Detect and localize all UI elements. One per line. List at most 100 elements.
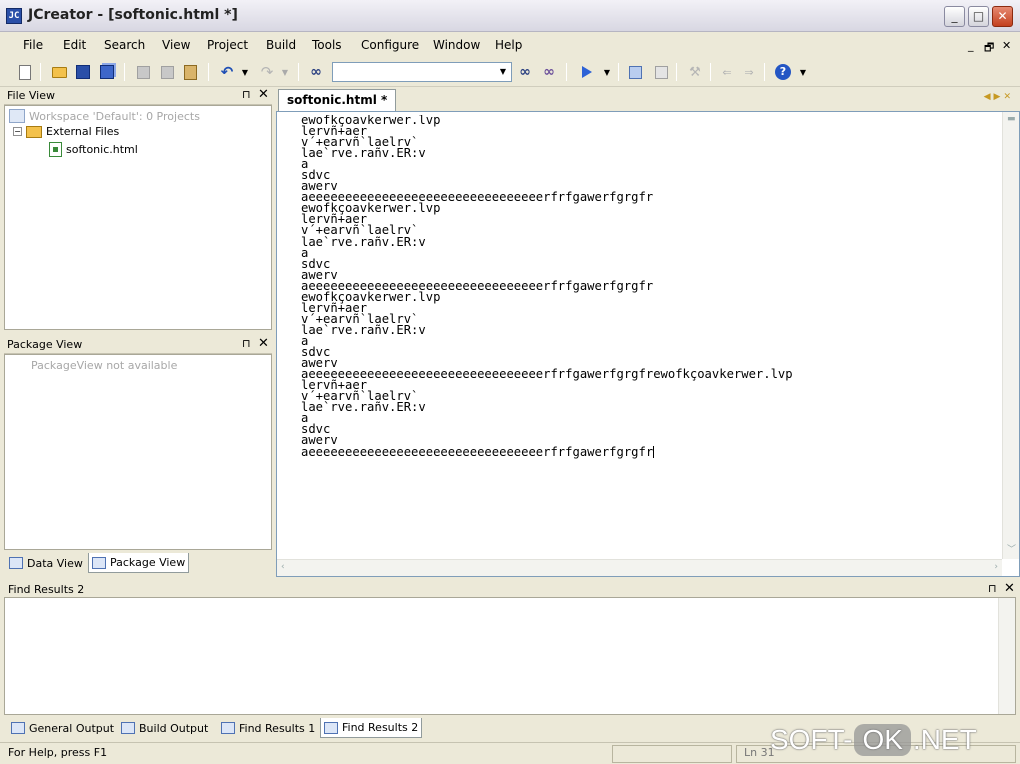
code-line[interactable]: a	[301, 158, 991, 170]
code-line[interactable]: sdvc	[301, 169, 991, 181]
code-line[interactable]: aeeeeeeeeeeeeeeeeeeeeeeeeeeeeeeeerfrfgaw…	[301, 368, 991, 380]
vertical-scrollbar[interactable]	[998, 598, 1015, 714]
tab-find-results-2[interactable]: Find Results 2	[320, 718, 423, 738]
tab-find-results-1[interactable]: Find Results 1	[218, 718, 318, 738]
find-results-list[interactable]	[4, 597, 1016, 715]
tab-label: General Output	[29, 721, 115, 735]
pin-icon[interactable]: ⊓	[242, 88, 251, 101]
code-line[interactable]: sdvc	[301, 346, 991, 358]
code-line[interactable]: aeeeeeeeeeeeeeeeeeeeeeeeeeeeeeeeerfrfgaw…	[301, 445, 991, 460]
package-view-message: PackageView not available	[31, 359, 178, 372]
build-button[interactable]	[652, 63, 670, 81]
code-line-text: aeeeeeeeeeeeeeeeeeeeeeeeeeeeeeeeerfrfgaw…	[301, 445, 654, 460]
find-results-icon	[221, 722, 235, 734]
collapse-icon[interactable]: −	[13, 127, 22, 136]
new-file-icon	[19, 64, 31, 80]
cut-button[interactable]	[134, 63, 152, 81]
workspace-node[interactable]: Workspace 'Default': 0 Projects	[9, 109, 200, 123]
tab-nav-arrows-icon[interactable]: ◀▶✕	[984, 92, 1014, 102]
file-label: softonic.html	[66, 143, 138, 156]
code-text-area[interactable]: ewofkçoavkerwer.lvp lervñ+aer v´+earvñ`lae…	[301, 115, 991, 551]
tab-general-output[interactable]: General Output	[8, 718, 117, 738]
code-line[interactable]: lae`rve.rañv.ER:v	[301, 235, 991, 247]
pin-icon[interactable]: ⊓	[988, 582, 997, 595]
code-line[interactable]: a	[301, 335, 991, 347]
watermark-ok: OK	[854, 724, 911, 756]
tab-data-view[interactable]: Data View	[6, 553, 86, 573]
mdi-close-button[interactable]: ✕	[1002, 39, 1011, 52]
toolbar-separator	[710, 63, 711, 81]
compile-button[interactable]	[626, 63, 644, 81]
find-next-button[interactable]: ∞	[516, 63, 534, 81]
search-combo[interactable]: ▼	[332, 62, 512, 82]
run-dropdown[interactable]: ▼	[598, 63, 616, 81]
horizontal-scrollbar[interactable]: ‹ ›	[277, 559, 1002, 576]
close-icon[interactable]: ✕	[258, 336, 269, 351]
mdi-restore-button[interactable]: 🗗	[984, 39, 994, 58]
toolbar-overflow[interactable]: ▼	[794, 63, 812, 81]
forward-button[interactable]: ⇒	[740, 63, 758, 81]
find-button[interactable]: ∞	[307, 63, 325, 81]
tab-softonic-html[interactable]: softonic.html *	[278, 89, 397, 111]
run-button[interactable]	[578, 63, 596, 81]
redo-dropdown[interactable]: ▼	[276, 63, 294, 81]
menu-search[interactable]: Search	[104, 38, 145, 52]
find-results-panel: Find Results 2 ⊓ ✕	[0, 579, 1020, 716]
paste-button[interactable]	[181, 63, 199, 81]
dropdown-arrow-icon: ▼	[603, 67, 611, 77]
undo-button[interactable]: ↶	[218, 63, 236, 81]
file-node-softonic[interactable]: softonic.html	[49, 142, 138, 157]
scroll-left-icon[interactable]: ‹	[281, 562, 285, 572]
open-button[interactable]	[50, 63, 68, 81]
menu-file[interactable]: File	[23, 38, 43, 52]
chevron-down-icon[interactable]: ▼	[496, 64, 510, 80]
tab-build-output[interactable]: Build Output	[118, 718, 211, 738]
code-line[interactable]: lae`rve.rañv.ER:v	[301, 401, 991, 413]
code-line[interactable]: lae`rve.rañv.ER:v	[301, 324, 991, 336]
copy-button[interactable]	[158, 63, 176, 81]
menu-view[interactable]: View	[162, 38, 190, 52]
toolbar-separator	[618, 63, 619, 81]
code-line[interactable]: sdvc	[301, 423, 991, 435]
close-icon[interactable]: ✕	[258, 87, 269, 102]
scroll-down-icon[interactable]: ﹀	[1007, 542, 1016, 555]
code-line[interactable]: ewofkçoavkerwer.lvp	[301, 202, 991, 214]
scroll-right-icon[interactable]: ›	[994, 562, 998, 572]
save-all-button[interactable]	[98, 63, 116, 81]
tab-package-view[interactable]: Package View	[88, 553, 190, 573]
code-line[interactable]: lae`rve.rañv.ER:v	[301, 147, 991, 159]
new-file-button[interactable]	[16, 63, 34, 81]
code-line[interactable]: a	[301, 246, 991, 258]
watermark-left: SOFT-	[770, 724, 853, 755]
help-button[interactable]: ?	[774, 63, 792, 81]
replace-button[interactable]: ∞	[540, 63, 558, 81]
vertical-scrollbar[interactable]: ▬ ﹀	[1002, 112, 1019, 559]
save-button[interactable]	[74, 63, 92, 81]
mdi-minimize-button[interactable]: _	[968, 39, 974, 52]
code-line[interactable]: ewofkçoavkerwer.lvp	[301, 115, 991, 126]
undo-dropdown[interactable]: ▼	[236, 63, 254, 81]
code-line[interactable]: ewofkçoavkerwer.lvp	[301, 291, 991, 303]
close-button[interactable]: ✕	[992, 6, 1013, 27]
back-button[interactable]: ⇐	[718, 63, 736, 81]
menu-help[interactable]: Help	[495, 38, 522, 52]
menu-tools[interactable]: Tools	[312, 38, 342, 52]
maximize-button[interactable]: □	[968, 6, 989, 27]
code-line[interactable]: sdvc	[301, 258, 991, 270]
file-view-panel: Workspace 'Default': 0 Projects − Extern…	[4, 105, 272, 330]
debug-button[interactable]: ⚒	[686, 63, 704, 81]
menu-build[interactable]: Build	[266, 38, 296, 52]
menu-project[interactable]: Project	[207, 38, 248, 52]
menu-edit[interactable]: Edit	[63, 38, 86, 52]
close-icon[interactable]: ✕	[1004, 581, 1015, 596]
redo-button[interactable]: ↷	[258, 63, 276, 81]
code-editor[interactable]: ewofkçoavkerwer.lvp lervñ+aer v´+earvñ`lae…	[276, 111, 1020, 577]
menu-configure[interactable]: Configure	[361, 38, 419, 52]
run-icon	[582, 66, 592, 78]
external-files-node[interactable]: − External Files	[13, 125, 119, 138]
code-line[interactable]: a	[301, 412, 991, 424]
scroll-up-icon[interactable]: ▬	[1007, 114, 1016, 124]
pin-icon[interactable]: ⊓	[242, 337, 251, 350]
menu-window[interactable]: Window	[433, 38, 480, 52]
minimize-button[interactable]: _	[944, 6, 965, 27]
